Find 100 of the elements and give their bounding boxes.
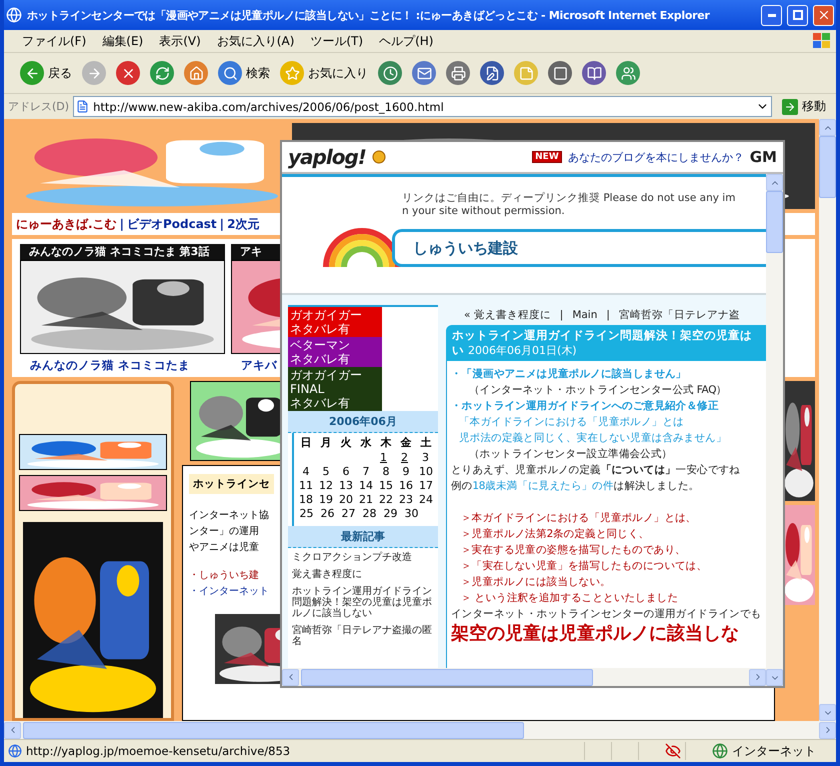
horizontal-scrollbar[interactable] — [4, 721, 836, 739]
calendar-day: 11 — [296, 479, 316, 492]
nav-link[interactable]: 2次元 — [227, 216, 260, 232]
new-badge: NEW — [532, 151, 562, 163]
calendar-day: 4 — [296, 465, 316, 478]
scroll-thumb[interactable] — [819, 136, 836, 198]
article-text: インターネット協 — [189, 508, 269, 522]
promo-link[interactable]: あなたのブログを本にしませんか？ — [568, 150, 744, 164]
sidebar-banner[interactable]: ガオガイガー FINAL ネタバレ有 — [288, 367, 382, 411]
scroll-up-button[interactable] — [766, 174, 783, 191]
calendar-day: 20 — [336, 493, 356, 506]
scroll-left-button[interactable] — [282, 668, 299, 686]
post-text: ＞実在する児童の姿態を描写したものであり、 — [460, 543, 686, 557]
scroll-thumb[interactable] — [766, 191, 783, 253]
calendar-day: 14 — [356, 479, 376, 492]
note-icon — [514, 61, 538, 85]
calendar-day: 18 — [296, 493, 316, 506]
minimize-icon — [768, 14, 776, 16]
calendar-day: 26 — [317, 507, 338, 520]
arrow-left-icon — [20, 61, 44, 85]
scroll-down-button[interactable] — [766, 669, 783, 686]
envelope-icon — [412, 61, 436, 85]
sidebar-banner[interactable]: ベターマン ネタバレ有 — [288, 337, 382, 367]
calendar-day: 13 — [336, 479, 356, 492]
search-button[interactable]: 検索 — [216, 59, 272, 87]
thumbnail-link[interactable]: みんなのノラ猫 ネコミコたま — [30, 358, 190, 373]
sponsor-logo: GM — [750, 148, 777, 166]
post-text: ＞本ガイドラインにおける「児童ポルノ」とは、 — [460, 511, 696, 525]
minimize-button[interactable] — [761, 4, 782, 26]
scroll-up-button[interactable] — [819, 119, 836, 136]
vertical-scrollbar[interactable] — [766, 174, 783, 686]
calendar-day: 10 — [416, 465, 436, 478]
post-title: い — [452, 343, 464, 358]
post-nav-link[interactable]: Main — [572, 309, 598, 321]
calendar-day-link[interactable]: 1 — [373, 451, 394, 464]
recent-post-link[interactable]: ホットライン運用ガイドライン問題解決！架空の児童は児童ポルノに該当しない — [288, 582, 438, 621]
privacy-icon — [665, 743, 681, 759]
back-button[interactable]: 戻る — [18, 59, 74, 87]
recent-post-link[interactable]: 覚え書き程度に — [288, 565, 438, 582]
post-title: ホットライン運用ガイドライン問題解決！架空の児童は — [452, 328, 753, 343]
scroll-thumb[interactable] — [23, 722, 524, 738]
scroll-left-button[interactable] — [4, 722, 21, 738]
scroll-right-button[interactable] — [749, 668, 766, 686]
recent-post-link[interactable]: ミクロアクションプチ改造 — [288, 548, 438, 565]
printer-icon — [446, 61, 470, 85]
house-icon — [184, 61, 208, 85]
article-link[interactable]: ・インターネット — [189, 584, 269, 598]
go-button[interactable]: 移動 — [776, 98, 832, 115]
calendar-day: 21 — [356, 493, 376, 506]
menu-item[interactable]: お気に入り(A) — [208, 32, 302, 50]
menu-item[interactable]: ツール(T) — [302, 32, 372, 50]
nav-link[interactable]: ビデオPodcast — [126, 216, 217, 232]
post-heading: ・ホットライン運用ガイドラインへのご意見紹介＆修正 — [451, 399, 719, 413]
recent-post-link[interactable]: 宮崎哲弥「日テレアナ盗撮の匿名 — [288, 621, 438, 649]
menu-item[interactable]: ファイル(F) — [14, 32, 94, 50]
thumbnail-link[interactable]: アキバ — [241, 358, 277, 373]
article-link[interactable]: ・しゅういち建 — [189, 568, 259, 582]
windows-flag-icon — [812, 32, 832, 50]
menu-item[interactable]: ヘルプ(H) — [371, 32, 442, 50]
post-text: ＞「実在しない児童」を描写したものについては、 — [460, 559, 708, 573]
menu-item[interactable]: 編集(E) — [94, 32, 152, 50]
calendar-day: 27 — [338, 507, 359, 520]
calendar-day: 17 — [416, 479, 436, 492]
security-zone: インターネット — [732, 742, 817, 760]
calendar-day: 5 — [316, 465, 336, 478]
book-icon — [582, 61, 606, 85]
calendar-title: 2006年06月 — [288, 411, 438, 433]
calendar-day: 22 — [376, 493, 396, 506]
weekday-label: 木 — [379, 435, 392, 450]
notice-text: n your site without permission. — [402, 205, 566, 217]
post-text: 児ポ法の定義と同じく、実在しない児童は含みません」 — [458, 431, 727, 445]
calendar-day: 12 — [316, 479, 336, 492]
maximize-button[interactable] — [787, 4, 808, 26]
post-date: 2006年06月01日(木) — [468, 343, 577, 358]
horizontal-scrollbar[interactable] — [282, 668, 766, 686]
scroll-thumb[interactable] — [301, 668, 594, 686]
sidebar-banner[interactable]: ガオガイガー ネタバレ有 — [288, 307, 382, 337]
favorites-button[interactable]: お気に入り — [278, 59, 370, 87]
close-icon — [116, 61, 140, 85]
smiley-icon — [372, 150, 386, 164]
address-field[interactable]: http://www.new-akiba.com/archives/2006/06/post_1600.html — [73, 96, 772, 117]
ie-icon — [6, 7, 22, 23]
post-nav-link[interactable]: 宮崎哲弥「日テレアナ盗 — [618, 308, 740, 322]
calendar-day-link[interactable]: 2 — [394, 451, 415, 464]
recent-posts-title: 最新記事 — [288, 526, 438, 548]
maximize-icon — [792, 10, 802, 20]
nav-link[interactable]: にゅーあきば.こむ — [16, 216, 117, 232]
weekday-label: 水 — [359, 435, 372, 450]
post-nav-link[interactable]: « 覚え書き程度に — [464, 308, 551, 322]
post-text: ＞児童ポルノ法第2条の定義と同じく、 — [460, 527, 650, 541]
close-button[interactable] — [813, 4, 834, 26]
yaplog-logo: yaplog! — [288, 145, 366, 169]
calendar-day: 6 — [336, 465, 356, 478]
scroll-right-button[interactable] — [819, 722, 836, 738]
separator: | — [120, 217, 124, 231]
calendar-day: 24 — [416, 493, 436, 506]
window-title: ホットラインセンターでは「漫画やアニメは児童ポルノに該当しない」ことに！ :にゅーあきばどっとこむ - Microsoft Internet Explorer — [27, 8, 711, 22]
menu-item[interactable]: 表示(V) — [151, 32, 209, 50]
vertical-scrollbar[interactable] — [819, 119, 836, 721]
scroll-down-button[interactable] — [819, 704, 836, 721]
